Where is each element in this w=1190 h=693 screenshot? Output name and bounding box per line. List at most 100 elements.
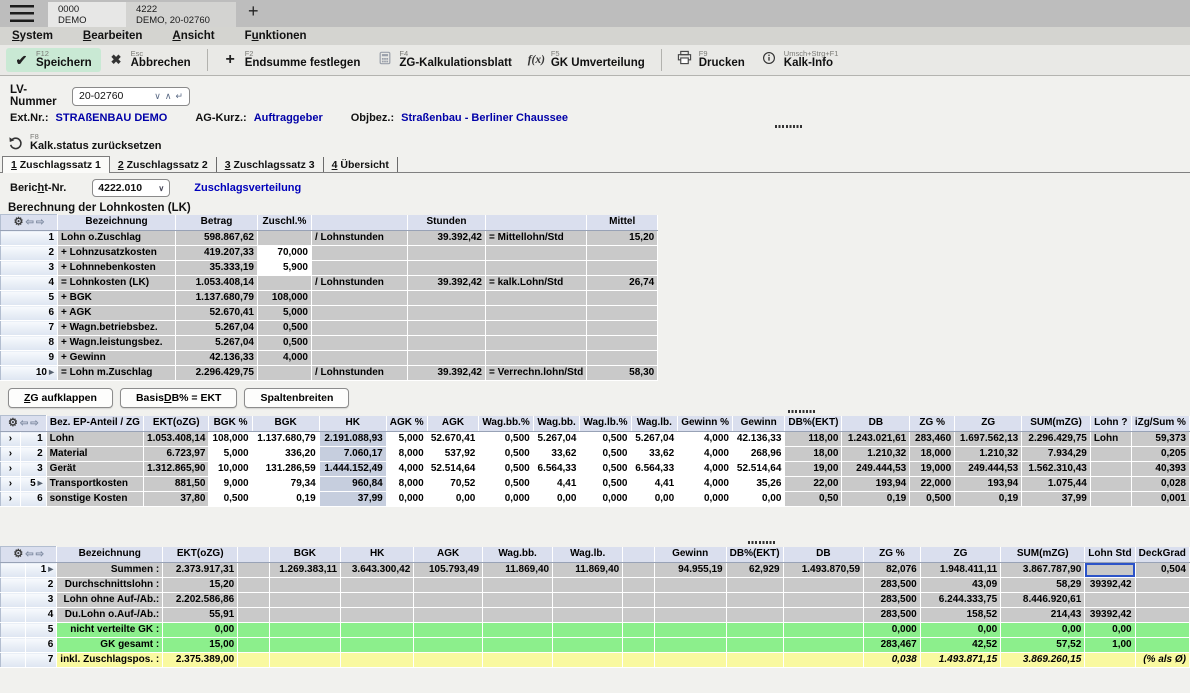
cell-zuschl-prozent[interactable]: 5,000: [258, 306, 312, 321]
row-number[interactable]: 6: [1, 306, 58, 321]
cell-formula[interactable]: [486, 336, 587, 351]
grid-cell[interactable]: 37,80: [144, 492, 209, 507]
cell-mittel[interactable]: 58,30: [587, 366, 658, 381]
cell-formula[interactable]: [486, 321, 587, 336]
cell-dbp[interactable]: [726, 623, 783, 638]
cell-formula[interactable]: [312, 306, 408, 321]
grid-cell[interactable]: 1.243.021,61: [842, 432, 910, 447]
menu-item-bearbeiten[interactable]: Bearbeiten: [83, 30, 142, 42]
cell-bezeichnung[interactable]: Summen :: [57, 563, 163, 578]
cell-bezeichnung[interactable]: sonstige Kosten: [46, 492, 143, 507]
tab-zuschlagssatz-1[interactable]: 1 Zuschlagssatz 1: [2, 156, 110, 173]
cell-hk[interactable]: [341, 608, 414, 623]
grid-cell[interactable]: 37,99: [1022, 492, 1091, 507]
cell-lohnstd[interactable]: 39392,42: [1085, 578, 1135, 593]
grid-cell[interactable]: 249.444,53: [955, 462, 1022, 477]
grid-cell[interactable]: 0,500: [479, 462, 533, 477]
cell-gewinn[interactable]: [654, 653, 726, 668]
cell-gewinn[interactable]: 94.955,19: [654, 563, 726, 578]
cell-zgp[interactable]: 0,038: [864, 653, 921, 668]
grid-cell[interactable]: 9,000: [209, 477, 252, 492]
row-expand-chevron[interactable]: [1, 608, 26, 623]
cell-stunden[interactable]: [408, 336, 486, 351]
row-number[interactable]: 2: [1, 246, 58, 261]
grid-cell[interactable]: 0,500: [209, 492, 252, 507]
cell-dbp[interactable]: [726, 578, 783, 593]
row-expand-chevron[interactable]: ›: [1, 447, 21, 462]
cell-mittel[interactable]: 15,20: [587, 231, 658, 246]
cell-bgk[interactable]: 1.269.383,11: [269, 563, 340, 578]
cell-bezeichnung[interactable]: Lohn: [46, 432, 143, 447]
cell-zg[interactable]: 0,00: [920, 623, 1000, 638]
cell-formula[interactable]: [312, 336, 408, 351]
grid-cell[interactable]: [238, 608, 270, 623]
grid-cell[interactable]: [1090, 462, 1131, 477]
cell-formula[interactable]: / Lohnstunden: [312, 276, 408, 291]
cell-mittel[interactable]: 26,74: [587, 276, 658, 291]
cell-summ[interactable]: 3.867.787,90: [1001, 563, 1085, 578]
grid-cell[interactable]: 0,500: [580, 477, 631, 492]
cell-bezeichnung[interactable]: Gerät: [46, 462, 143, 477]
cell-db[interactable]: [783, 623, 863, 638]
grid-cell[interactable]: 6.564,33: [631, 462, 678, 477]
cell-zg[interactable]: 158,52: [920, 608, 1000, 623]
cell-wbb[interactable]: 11.869,40: [483, 563, 553, 578]
grid-cell[interactable]: 59,373: [1131, 432, 1189, 447]
cell-bezeichnung[interactable]: + Lohnzusatzkosten: [58, 246, 176, 261]
cell-agk[interactable]: [414, 578, 483, 593]
row-expand-chevron[interactable]: ›: [1, 432, 21, 447]
cell-db[interactable]: [783, 593, 863, 608]
chevron-up-icon[interactable]: ∧: [165, 91, 172, 102]
grid-cell[interactable]: 19,00: [785, 462, 842, 477]
cell-formula[interactable]: / Lohnstunden: [312, 366, 408, 381]
tab-uebersicht[interactable]: 4 Übersicht: [324, 157, 398, 172]
cell-zg[interactable]: 1.948.411,11: [920, 563, 1000, 578]
cell-betrag[interactable]: 5.267,04: [176, 321, 258, 336]
menu-item-ansicht[interactable]: Ansicht: [172, 30, 214, 42]
row-expand-chevron[interactable]: [1, 653, 26, 668]
grid-cell[interactable]: 108,000: [209, 432, 252, 447]
cell-formula[interactable]: [486, 246, 587, 261]
splitter-handle[interactable]: [775, 125, 802, 128]
cell-stunden[interactable]: [408, 246, 486, 261]
cell-zuschl-prozent[interactable]: [258, 276, 312, 291]
cell-ekt[interactable]: 55,91: [163, 608, 238, 623]
row-expand-chevron[interactable]: [1, 578, 26, 593]
grid-cell[interactable]: [1090, 447, 1131, 462]
cell-dbp[interactable]: [726, 638, 783, 653]
cell-stunden[interactable]: [408, 261, 486, 276]
cell-zuschl-prozent[interactable]: 108,000: [258, 291, 312, 306]
grid-cell[interactable]: [623, 623, 655, 638]
row-expand-chevron[interactable]: [1, 623, 26, 638]
cell-dbp[interactable]: 62,929: [726, 563, 783, 578]
grid-cell[interactable]: 1.312.865,90: [144, 462, 209, 477]
splitter-handle[interactable]: [748, 541, 775, 544]
cell-betrag[interactable]: 1.053.408,14: [176, 276, 258, 291]
row-number[interactable]: 9: [1, 351, 58, 366]
cell-bezeichnung[interactable]: = Lohnkosten (LK): [58, 276, 176, 291]
cell-gewinn[interactable]: [654, 638, 726, 653]
cell-summ[interactable]: 57,52: [1001, 638, 1085, 653]
gear-icon[interactable]: ⚙: [13, 548, 23, 560]
cell-zuschl-prozent[interactable]: 0,500: [258, 321, 312, 336]
cell-agk[interactable]: [414, 623, 483, 638]
cell-stunden[interactable]: [408, 351, 486, 366]
cell-zg[interactable]: 1.493.871,15: [920, 653, 1000, 668]
cell-formula[interactable]: [486, 261, 587, 276]
cell-stunden[interactable]: [408, 321, 486, 336]
row-number[interactable]: 4: [1, 276, 58, 291]
cell-db[interactable]: 1.493.870,59: [783, 563, 863, 578]
grid-cell[interactable]: 8,000: [386, 477, 427, 492]
grid-cell[interactable]: [238, 563, 270, 578]
window-tab-0000-demo[interactable]: 0000 DEMO: [48, 2, 126, 27]
back-arrow-icon[interactable]: ⇦: [25, 549, 33, 560]
grid-cell[interactable]: 35,26: [732, 477, 784, 492]
cell-zg[interactable]: 42,52: [920, 638, 1000, 653]
grid-cell[interactable]: 18,00: [785, 447, 842, 462]
chevron-down-icon[interactable]: ∨: [154, 91, 161, 102]
row-number[interactable]: 7: [1, 321, 58, 336]
row-number[interactable]: 5: [1, 291, 58, 306]
grid-cell[interactable]: [623, 653, 655, 668]
cell-wlb[interactable]: [553, 638, 623, 653]
cell-betrag[interactable]: 2.296.429,75: [176, 366, 258, 381]
